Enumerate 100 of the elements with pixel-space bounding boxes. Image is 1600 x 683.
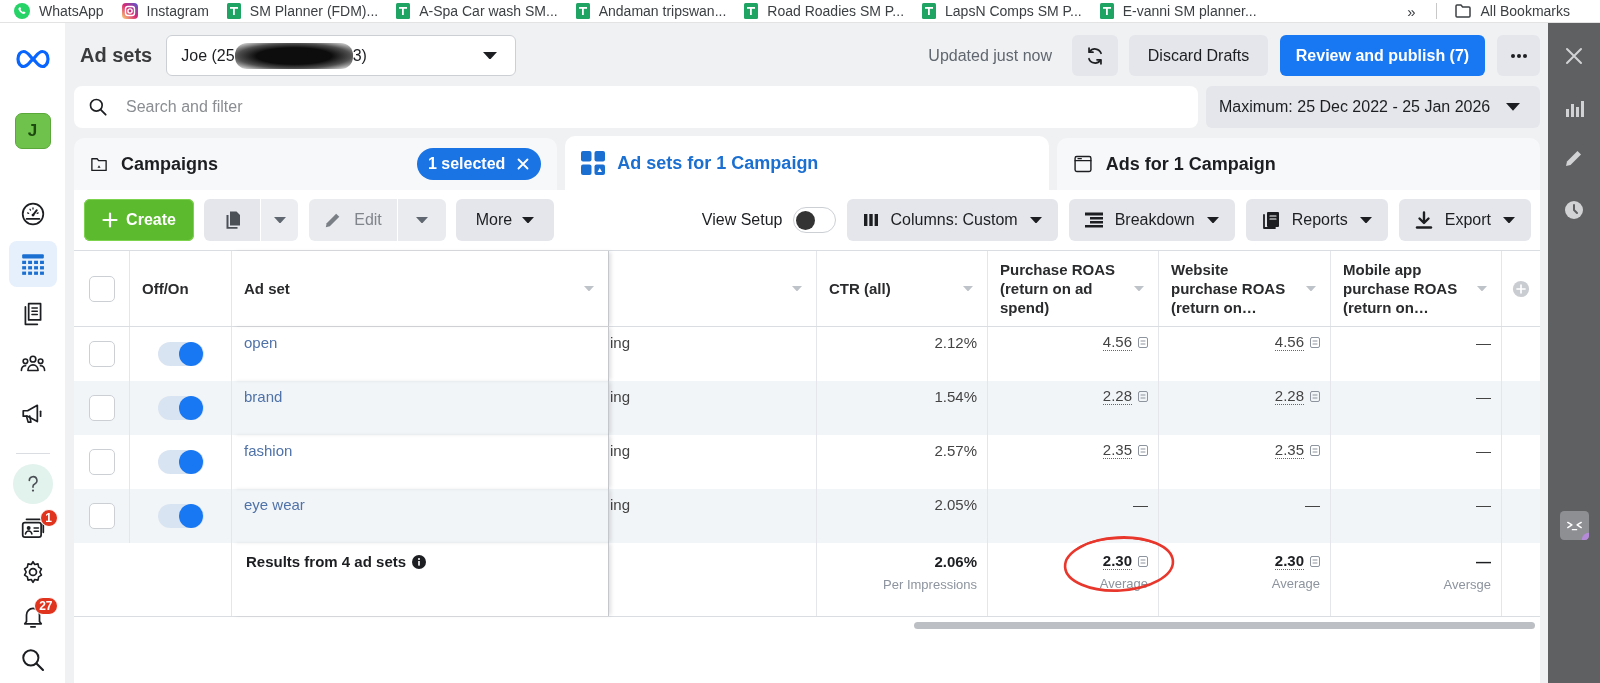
search-icon — [88, 97, 108, 117]
document-icon — [575, 3, 590, 19]
ad-set-link[interactable]: eye wear — [244, 496, 305, 514]
folder-icon — [90, 155, 108, 173]
notification-badge: 1 — [39, 509, 58, 527]
bookmark-link[interactable]: A-Spa Car wash SM... — [396, 2, 558, 20]
caret-icon — [1206, 216, 1219, 224]
metric-value: 2.05% — [934, 496, 977, 514]
table-icon[interactable] — [19, 251, 46, 277]
duplicate-button[interactable] — [204, 199, 260, 241]
help-icon[interactable] — [12, 464, 53, 504]
caret-icon — [273, 216, 286, 224]
column-header[interactable]: Ad set — [244, 279, 594, 298]
view-setup-toggle[interactable] — [792, 207, 836, 233]
view-setup-label: View Setup — [701, 211, 783, 229]
date-range-dropdown[interactable]: Maximum: 25 Dec 2022 - 25 Jan 2026 — [1206, 86, 1540, 128]
metric-value: — — [1133, 496, 1148, 514]
metric-value: — — [1476, 334, 1491, 352]
document-icon — [922, 3, 937, 19]
column-header[interactable]: Purchase ROAS (return on ad spend) — [1000, 260, 1144, 317]
caret-icon — [1503, 216, 1515, 224]
row-checkbox[interactable] — [88, 341, 115, 367]
column-header[interactable]: CTR (all) — [829, 279, 973, 298]
caret-icon — [483, 51, 498, 60]
profile-avatar[interactable]: J — [14, 113, 51, 149]
column-header[interactable]: Off/On — [142, 279, 217, 298]
more-button[interactable]: More — [456, 199, 554, 241]
pencil-icon[interactable] — [1564, 148, 1584, 168]
metric-value: 1.54% — [934, 388, 977, 406]
metric-value: 2.12% — [934, 334, 977, 352]
gauge-icon[interactable] — [19, 201, 46, 227]
close-icon[interactable] — [1564, 46, 1584, 66]
breakdown-dropdown[interactable]: Breakdown — [1068, 199, 1235, 241]
all-bookmarks-link[interactable]: All Bookmarks — [1454, 2, 1570, 20]
document-icon — [1099, 3, 1114, 19]
metric-value: 2.28 — [1102, 388, 1132, 405]
more-options-button[interactable] — [1497, 35, 1540, 76]
infinity-logo — [13, 48, 52, 70]
caret-icon — [1359, 216, 1372, 224]
notification-badge: 27 — [34, 597, 58, 615]
more-bookmarks-button[interactable]: » — [1407, 2, 1416, 20]
metric-value: 4.56 — [1274, 334, 1304, 351]
grid-icon — [580, 150, 607, 176]
tab[interactable]: Campaigns 1 selected — [74, 138, 558, 190]
reports-dropdown[interactable]: Reports — [1245, 199, 1388, 241]
row-checkbox[interactable] — [88, 503, 115, 529]
status-toggle[interactable] — [157, 450, 204, 474]
row-checkbox[interactable] — [88, 449, 115, 475]
bookmark-link[interactable]: Andaman tripswan... — [575, 2, 727, 20]
export-dropdown[interactable]: Export — [1398, 199, 1531, 241]
select-all-checkbox[interactable] — [88, 275, 115, 302]
refresh-button[interactable] — [1072, 35, 1118, 76]
scrollbar-thumb[interactable] — [914, 622, 1535, 629]
tab[interactable]: Ad sets for 1 Campaign — [565, 136, 1049, 190]
summary-label: Results from 4 ad sets — [246, 553, 407, 570]
bookmark-link[interactable]: LapsN Comps SM P... — [922, 2, 1082, 20]
column-header[interactable]: Website purchase ROAS (return on… — [1171, 260, 1316, 317]
bookmark-link[interactable]: WhatsApp — [14, 2, 104, 20]
id-card-icon[interactable] — [19, 515, 46, 541]
columns-icon — [862, 212, 879, 228]
columns-dropdown[interactable]: Columns: Custom — [846, 199, 1058, 241]
search-icon[interactable] — [19, 647, 46, 673]
close-icon[interactable] — [517, 158, 530, 170]
status-toggle[interactable] — [157, 396, 204, 420]
column-header[interactable]: Mobile app purchase ROAS (return on… — [1343, 260, 1487, 317]
page-title: Ad sets — [80, 44, 153, 67]
duplicate-menu-button[interactable] — [261, 199, 298, 241]
summary-value: 2.30 — [1274, 553, 1304, 570]
ad-set-link[interactable]: fashion — [244, 442, 293, 460]
bookmark-link[interactable]: Road Roadies SM P... — [744, 2, 905, 20]
ad-set-link[interactable]: open — [244, 334, 278, 352]
clock-icon[interactable] — [1564, 200, 1584, 220]
bookmark-link[interactable]: SM Planner (FDM)... — [226, 2, 379, 20]
tab[interactable]: Ads for 1 Campaign — [1056, 138, 1540, 190]
summary-value: — — [1476, 553, 1491, 571]
summary-caption: Aversge — [1443, 577, 1491, 593]
ad-set-link[interactable]: brand — [244, 388, 283, 406]
summary-caption: Average — [1099, 576, 1148, 592]
status-toggle[interactable] — [157, 342, 204, 366]
bar-chart-icon[interactable] — [1564, 98, 1584, 118]
metric-value: — — [1305, 496, 1320, 514]
review-publish-button[interactable]: Review and publish (7) — [1280, 35, 1485, 76]
truncated-text: ing — [610, 334, 631, 352]
camera-icon — [121, 3, 138, 19]
bookmark-link[interactable]: E-vanni SM planner... — [1099, 2, 1257, 20]
bookmark-link[interactable]: Instagram — [121, 2, 209, 20]
search-field[interactable]: Search and filter — [74, 86, 1198, 128]
plus-icon — [102, 212, 119, 228]
face-tile-icon[interactable] — [1559, 511, 1589, 540]
metric-value: 2.35 — [1274, 442, 1304, 459]
row-checkbox[interactable] — [88, 395, 115, 421]
discard-drafts-button[interactable]: Discard Drafts — [1129, 35, 1268, 76]
status-toggle[interactable] — [157, 504, 204, 528]
caret-icon — [522, 216, 535, 224]
truncated-text: ing — [610, 442, 631, 460]
summary-caption: Per Impressions — [883, 577, 977, 593]
selection-chip[interactable]: 1 selected — [416, 148, 542, 180]
metric-value: — — [1476, 388, 1491, 406]
account-dropdown[interactable]: Joe (25 3) — [166, 35, 517, 76]
metric-value: 2.28 — [1274, 388, 1304, 405]
